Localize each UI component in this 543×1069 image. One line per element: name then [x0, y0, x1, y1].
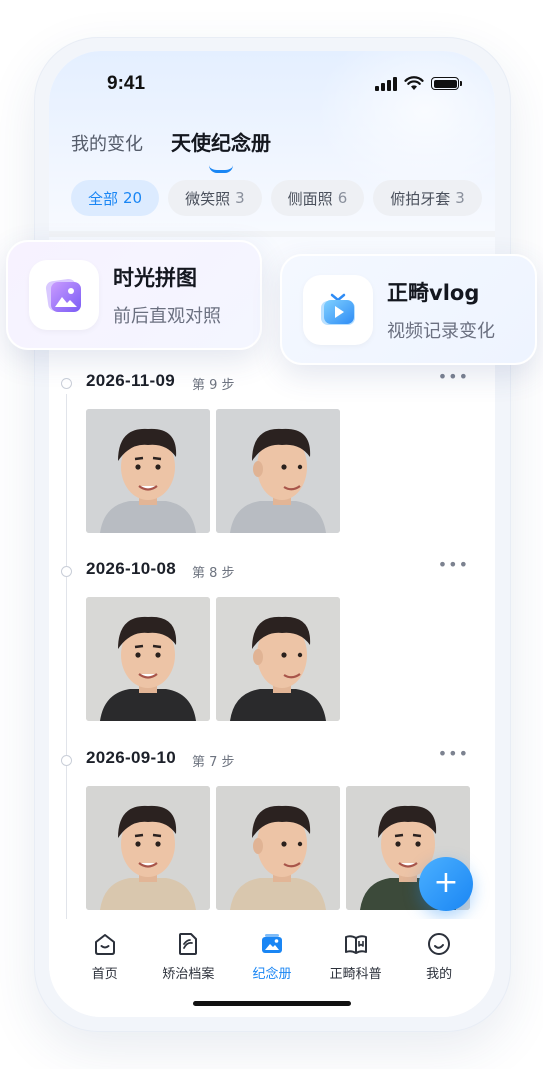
- portrait-image: [216, 597, 340, 721]
- chip-top-braces[interactable]: 俯拍牙套 3: [373, 180, 482, 216]
- battery-icon: [431, 77, 462, 90]
- more-icon[interactable]: •••: [438, 367, 469, 386]
- tab-label: 我的变化: [71, 134, 143, 155]
- profile-icon: [428, 933, 451, 955]
- photo-row: [86, 409, 340, 533]
- chip-count: 20: [123, 189, 143, 207]
- chip-profile[interactable]: 侧面照 6: [270, 180, 365, 216]
- nav-label: 我的: [426, 967, 453, 982]
- nav-item-home[interactable]: 首页: [70, 931, 140, 1017]
- portrait-image: [86, 786, 210, 910]
- add-photo-button[interactable]: +: [419, 857, 473, 911]
- portrait-image: [86, 597, 210, 721]
- chip-count: 3: [235, 189, 245, 207]
- timeline-dot: [61, 378, 72, 389]
- file-icon: [179, 933, 198, 955]
- status-time: 9:41: [107, 73, 146, 94]
- signal-icon: [375, 76, 397, 91]
- app-screen: 9:41 我的变化 天使纪念册 全部 20 微笑照 3 侧面照 6 俯拍牙套 3 202…: [49, 51, 495, 1017]
- timeline-line: [66, 394, 67, 924]
- photo-thumbnail[interactable]: [216, 597, 340, 721]
- photo-thumbnail[interactable]: [86, 409, 210, 533]
- entry-step: 第 9 步: [192, 378, 235, 393]
- tab-angel-album[interactable]: 天使纪念册: [171, 127, 271, 173]
- card-title: 正畸vlog: [387, 280, 480, 305]
- top-tabs: 我的变化 天使纪念册: [71, 127, 271, 173]
- section-divider: [49, 231, 495, 237]
- entry-date: 2026-09-10: [86, 748, 176, 767]
- tab-label: 天使纪念册: [171, 131, 271, 155]
- entry-date: 2026-11-09: [86, 371, 176, 390]
- photo-row: [86, 597, 340, 721]
- chip-label: 侧面照: [287, 189, 333, 208]
- more-icon[interactable]: •••: [438, 744, 469, 763]
- nav-label: 矫治档案: [162, 967, 215, 982]
- more-icon[interactable]: •••: [438, 555, 469, 574]
- chip-count: 6: [337, 189, 348, 207]
- photo-thumbnail[interactable]: [216, 786, 340, 910]
- photo-thumbnail[interactable]: [216, 409, 340, 533]
- home-icon: [94, 934, 115, 955]
- collage-icon: [29, 260, 99, 330]
- orthodontic-vlog-card[interactable]: 正畸vlog 视频记录变化: [280, 254, 537, 365]
- photo-row: [86, 786, 470, 910]
- card-subtitle: 前后直观对照: [113, 306, 221, 327]
- portrait-image: [216, 786, 340, 910]
- book-icon: [344, 935, 367, 954]
- chip-label: 全部: [88, 189, 119, 208]
- chip-label: 微笑照: [185, 189, 231, 208]
- portrait-image: [86, 409, 210, 533]
- filter-chips: 全部 20 微笑照 3 侧面照 6 俯拍牙套 3: [71, 180, 482, 216]
- photo-thumbnail[interactable]: [86, 786, 210, 910]
- photo-collage-card[interactable]: 时光拼图 前后直观对照: [6, 240, 262, 350]
- photo-thumbnail[interactable]: [86, 597, 210, 721]
- timeline-dot: [61, 566, 72, 577]
- chip-count: 3: [455, 189, 465, 207]
- chip-label: 俯拍牙套: [390, 189, 451, 208]
- plus-icon: +: [433, 865, 459, 900]
- card-title: 时光拼图: [113, 266, 197, 290]
- entry-step: 第 7 步: [192, 755, 235, 770]
- portrait-image: [216, 409, 340, 533]
- nav-label: 纪念册: [252, 967, 292, 982]
- entry-date: 2026-10-08: [86, 559, 176, 578]
- status-icons: [375, 76, 462, 91]
- entry-step: 第 8 步: [192, 566, 235, 581]
- nav-item-profile[interactable]: 我的: [404, 931, 474, 1017]
- timeline-dot: [61, 755, 72, 766]
- wifi-icon: [404, 76, 424, 90]
- home-indicator[interactable]: [193, 1001, 351, 1006]
- card-subtitle: 视频记录变化: [387, 320, 495, 342]
- tab-my-changes[interactable]: 我的变化: [71, 130, 143, 156]
- tv-play-icon: [303, 274, 373, 345]
- nav-label: 首页: [91, 967, 118, 982]
- chip-smile[interactable]: 微笑照 3: [168, 180, 262, 216]
- album-icon: [261, 934, 282, 953]
- nav-label: 正畸科普: [329, 967, 382, 982]
- chip-all[interactable]: 全部 20: [71, 180, 160, 216]
